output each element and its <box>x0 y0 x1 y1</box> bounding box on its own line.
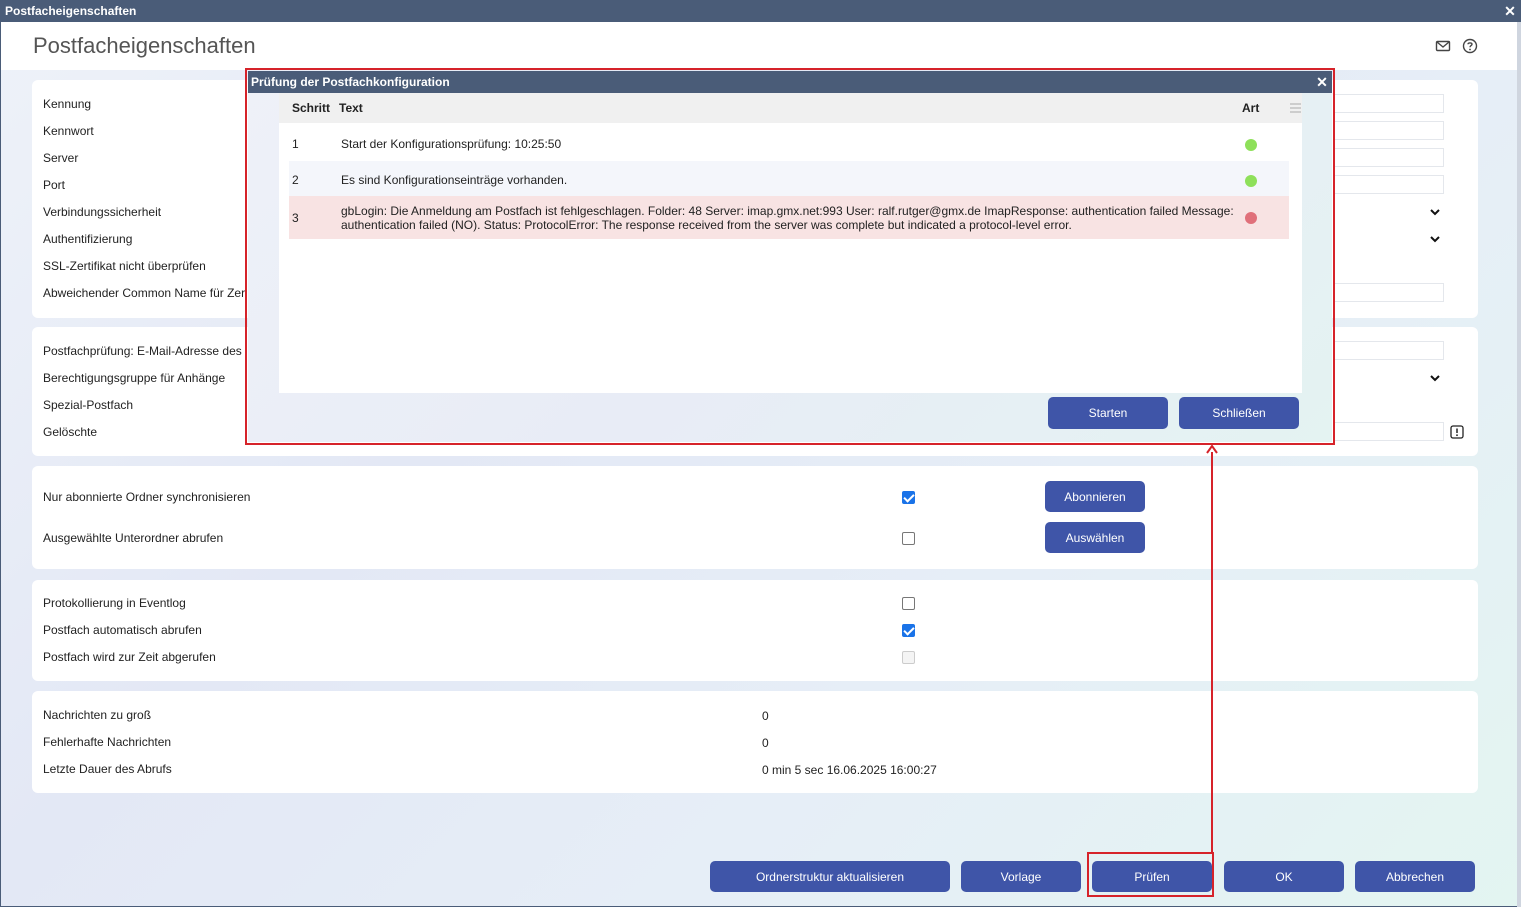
label-kennwort: Kennwort <box>43 124 94 138</box>
label-authentifizierung: Authentifizierung <box>43 232 133 246</box>
vorlage-button[interactable]: Vorlage <box>961 861 1081 892</box>
label-server: Server <box>43 151 79 165</box>
label-ausgewaehlte-unterordner: Ausgewählte Unterordner abrufen <box>43 531 224 545</box>
annotation-connector-line <box>1211 452 1213 854</box>
label-nur-abonnierte-ordner: Nur abonnierte Ordner synchronisieren <box>43 490 251 504</box>
window-title: Postfacheigenschaften <box>5 4 137 18</box>
label-postfach-wird-abgerufen: Postfach wird zur Zeit abgerufen <box>43 650 216 664</box>
mail-icon[interactable] <box>1435 38 1451 54</box>
column-header-text[interactable]: Text <box>339 101 363 115</box>
column-menu-icon[interactable] <box>1290 103 1301 113</box>
annotation-arrowhead-icon <box>1206 444 1218 454</box>
label-protokollierung: Protokollierung in Eventlog <box>43 596 186 610</box>
logging-card <box>32 580 1478 681</box>
abonnieren-button[interactable]: Abonnieren <box>1045 481 1145 512</box>
dialog-close-icon[interactable]: ✕ <box>1315 71 1329 93</box>
label-berechtigungsgruppe: Berechtigungsgruppe für Anhänge <box>43 371 226 385</box>
window-titlebar: Postfacheigenschaften ✕ <box>0 0 1521 22</box>
help-icon[interactable] <box>1462 38 1478 54</box>
status-error-icon <box>1245 212 1257 224</box>
window-close-icon[interactable]: ✕ <box>1503 0 1517 22</box>
label-spezial-postfach: Spezial-Postfach <box>43 398 134 412</box>
postfachpruefung-input[interactable] <box>1334 341 1444 360</box>
label-kennung: Kennung <box>43 97 92 111</box>
kennwort-input[interactable] <box>1334 121 1444 140</box>
row-text: gbLogin: Die Anmeldung am Postfach ist f… <box>341 204 1234 232</box>
label-postfach-automatisch: Postfach automatisch abrufen <box>43 623 202 637</box>
statistics-card <box>32 691 1478 793</box>
common-name-input[interactable] <box>1334 283 1444 302</box>
grid-row[interactable]: 2 Es sind Konfigurationseinträge vorhand… <box>289 161 1289 196</box>
label-ssl-zertifikat: SSL-Zertifikat nicht überprüfen <box>43 259 206 273</box>
ok-button[interactable]: OK <box>1224 861 1344 892</box>
grid-row[interactable]: 1 Start der Konfigurationsprüfung: 10:25… <box>289 126 1289 159</box>
status-ok-icon <box>1245 139 1257 151</box>
label-nachrichten-zu-gross: Nachrichten zu groß <box>43 708 152 722</box>
row-step: 2 <box>292 173 299 187</box>
geloeschte-input[interactable] <box>1334 422 1444 441</box>
column-header-schritt[interactable]: Schritt <box>292 101 330 115</box>
row-text: Start der Konfigurationsprüfung: 10:25:5… <box>341 137 562 151</box>
label-common-name: Abweichender Common Name für Zer <box>43 286 246 300</box>
config-check-dialog: Prüfung der Postfachkonfiguration ✕ Schr… <box>248 71 1332 442</box>
row-step: 3 <box>292 211 299 225</box>
folder-sync-card <box>32 466 1478 569</box>
ausgewaehlte-unterordner-checkbox[interactable] <box>902 532 915 545</box>
abbrechen-button[interactable]: Abbrechen <box>1355 861 1475 892</box>
page-title: Postfacheigenschaften <box>33 33 256 58</box>
ordnerstruktur-aktualisieren-button[interactable]: Ordnerstruktur aktualisieren <box>710 861 950 892</box>
nur-abonnierte-ordner-checkbox[interactable] <box>902 491 915 504</box>
kennung-input[interactable] <box>1334 94 1444 113</box>
server-input[interactable] <box>1334 148 1444 167</box>
label-fehlerhafte-nachrichten: Fehlerhafte Nachrichten <box>43 735 172 749</box>
grid-row[interactable]: 3 gbLogin: Die Anmeldung am Postfach ist… <box>289 196 1289 239</box>
grid-header: Schritt Text Art <box>279 93 1302 123</box>
pruefen-highlight-box <box>1087 852 1214 897</box>
value-nachrichten-zu-gross: 0 <box>762 709 769 723</box>
label-verbindungssicherheit: Verbindungssicherheit <box>43 205 162 219</box>
label-port: Port <box>43 178 66 192</box>
alert-icon[interactable] <box>1450 425 1464 439</box>
results-grid: Schritt Text Art 1 Start der Konfigurati… <box>279 93 1302 393</box>
status-ok-icon <box>1245 175 1257 187</box>
protokollierung-checkbox[interactable] <box>902 597 915 610</box>
value-fehlerhafte-nachrichten: 0 <box>762 736 769 750</box>
starten-button[interactable]: Starten <box>1048 397 1168 429</box>
dialog-title: Prüfung der Postfachkonfiguration <box>251 75 450 89</box>
value-letzte-dauer: 0 min 5 sec 16.06.2025 16:00:27 <box>762 763 937 777</box>
berechtigungsgruppe-chevron-down-icon[interactable] <box>1429 372 1441 384</box>
auswaehlen-button[interactable]: Auswählen <box>1045 522 1145 553</box>
verbindungssicherheit-chevron-down-icon[interactable] <box>1429 206 1441 218</box>
label-geloeschte: Gelöschte <box>43 425 98 439</box>
column-header-art[interactable]: Art <box>1242 101 1259 115</box>
vertical-scrollbar[interactable] <box>1517 22 1521 907</box>
label-postfachpruefung: Postfachprüfung: E-Mail-Adresse des <box>43 344 242 358</box>
row-step: 1 <box>292 137 299 151</box>
postfach-automatisch-checkbox[interactable] <box>902 624 915 637</box>
schliessen-button[interactable]: Schließen <box>1179 397 1299 429</box>
port-input[interactable] <box>1334 175 1444 194</box>
row-text: Es sind Konfigurationseinträge vorhanden… <box>341 173 568 187</box>
authentifizierung-chevron-down-icon[interactable] <box>1429 233 1441 245</box>
postfach-wird-abgerufen-checkbox <box>902 651 915 664</box>
label-letzte-dauer: Letzte Dauer des Abrufs <box>43 762 172 776</box>
dialog-titlebar: Prüfung der Postfachkonfiguration ✕ <box>248 71 1332 93</box>
